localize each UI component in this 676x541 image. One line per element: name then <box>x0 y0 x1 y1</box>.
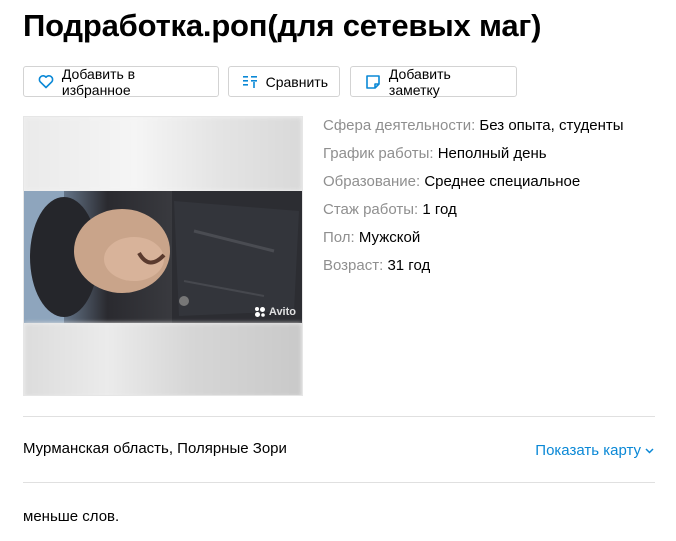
location-text: Мурманская область, Полярные Зори <box>23 440 287 457</box>
param-row-age: Возраст: 31 год <box>323 256 624 284</box>
photo-blur-top <box>24 117 302 191</box>
param-label: График работы: <box>323 145 434 162</box>
param-value: 1 год <box>422 201 457 218</box>
page-title: Подработка.роп(для сетевых маг) <box>23 8 542 43</box>
add-note-button[interactable]: Добавить заметку <box>350 65 517 98</box>
show-map-link[interactable]: Показать карту <box>535 442 654 459</box>
param-row-sphere: Сфера деятельности: Без опыта, студенты <box>323 116 624 144</box>
photo-main: Avito <box>24 191 302 323</box>
param-row-experience: Стаж работы: 1 год <box>323 200 624 228</box>
note-icon <box>364 73 382 91</box>
photo-blur-bottom <box>24 323 302 395</box>
add-note-label: Добавить заметку <box>388 65 451 98</box>
param-label: Пол: <box>323 229 355 246</box>
divider <box>23 482 655 483</box>
param-label: Возраст: <box>323 257 384 274</box>
param-label: Стаж работы: <box>323 201 419 218</box>
chevron-down-icon <box>645 447 654 454</box>
compare-icon <box>242 73 259 91</box>
show-map-label: Показать карту <box>535 442 641 459</box>
avito-watermark: Avito <box>254 306 296 318</box>
param-label: Образование: <box>323 173 421 190</box>
param-value: Среднее специальное <box>424 173 581 190</box>
description-text: меньше слов. <box>23 508 120 525</box>
param-value: Неполный день <box>437 145 547 162</box>
param-value: Мужской <box>358 229 421 246</box>
compare-button[interactable]: Сравнить <box>228 66 340 97</box>
param-label: Сфера деятельности: <box>323 117 476 134</box>
divider <box>23 416 655 417</box>
resume-params: Сфера деятельности: Без опыта, студенты … <box>323 116 624 284</box>
add-to-favorites-button[interactable]: Добавить в избранное <box>23 65 219 98</box>
param-value: Без опыта, студенты <box>479 117 624 134</box>
compare-label: Сравнить <box>265 73 328 90</box>
param-row-gender: Пол: Мужской <box>323 228 624 256</box>
watermark-text: Avito <box>268 306 296 318</box>
heart-icon <box>37 73 55 91</box>
param-row-schedule: График работы: Неполный день <box>323 144 624 172</box>
add-to-favorites-label: Добавить в избранное <box>61 65 136 98</box>
param-row-education: Образование: Среднее специальное <box>323 172 624 200</box>
param-value: 31 год <box>387 257 431 274</box>
avito-logo-icon <box>254 307 265 317</box>
profile-photo[interactable]: Avito <box>23 116 303 396</box>
